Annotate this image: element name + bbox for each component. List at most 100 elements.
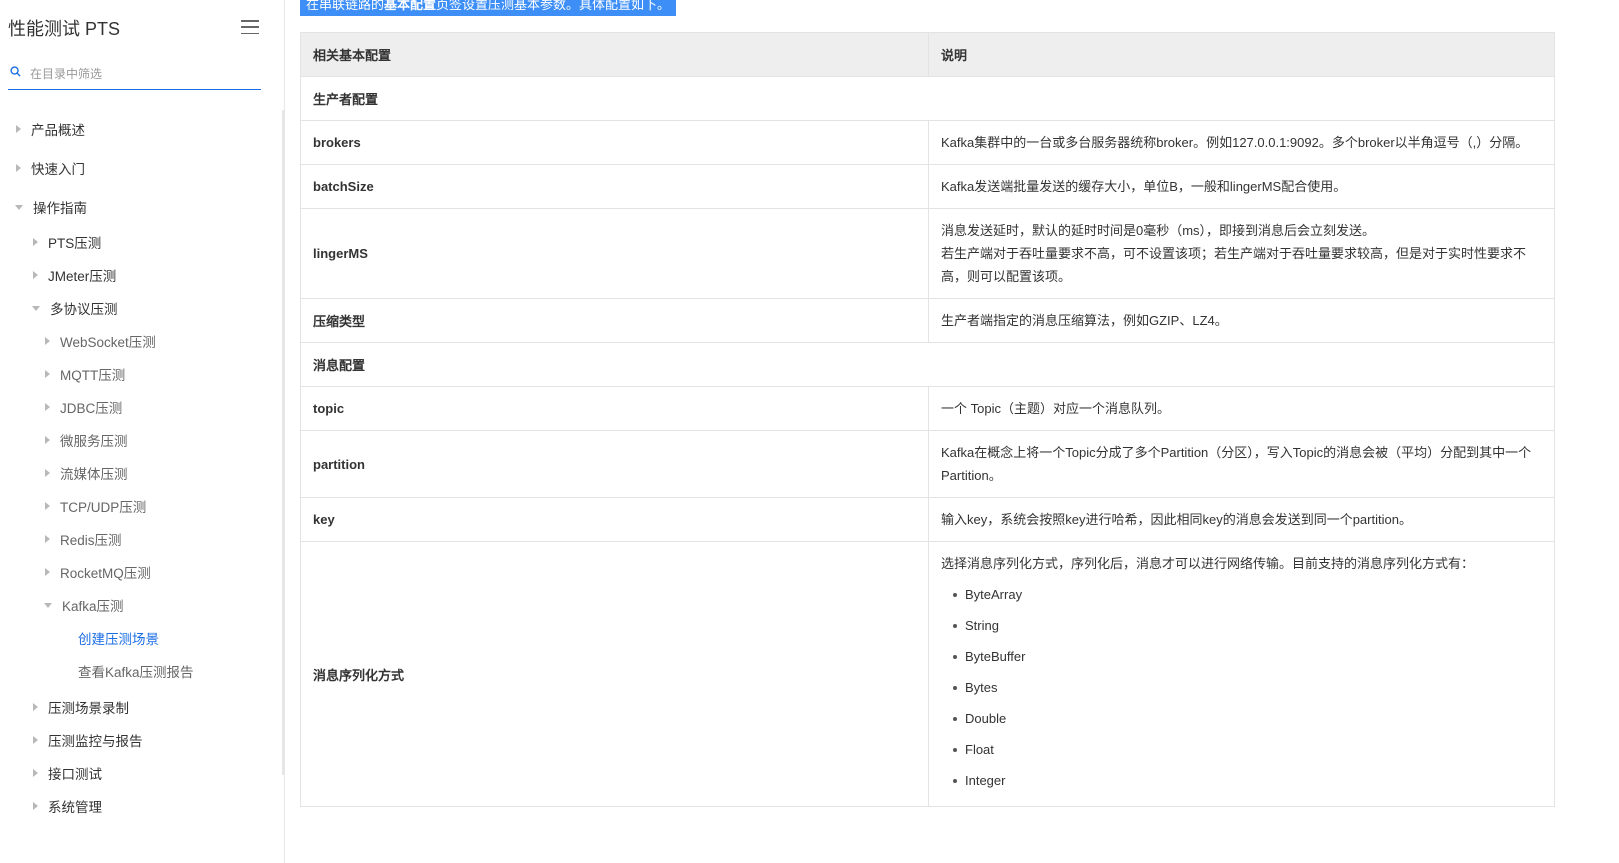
group-message: 消息配置 [300, 342, 1555, 387]
list-item: Integer [953, 765, 1542, 796]
nav-item-create-scenario[interactable]: 创建压测场景 [78, 628, 159, 648]
chevron-down-icon [15, 204, 23, 210]
row-desc: Kafka集群中的一台或多台服务器统称broker。例如127.0.0.1:90… [928, 120, 1555, 165]
nav-item-system-management[interactable]: 系统管理 [33, 796, 102, 816]
chevron-right-icon [33, 703, 38, 711]
nav-item-label: 压测场景录制 [48, 701, 129, 716]
nav-item-microservice[interactable]: 微服务压测 [45, 430, 128, 450]
nav-item-label: 压测监控与报告 [48, 734, 143, 749]
nav-item-websocket[interactable]: WebSocket压测 [45, 331, 156, 351]
nav-item-label: 流媒体压测 [60, 467, 128, 482]
list-item: String [953, 610, 1542, 641]
filter-search-input[interactable] [30, 63, 255, 85]
chevron-right-icon [33, 271, 38, 279]
table-group-row: 消息配置 [300, 342, 1555, 387]
nav-item-label: 操作指南 [33, 201, 87, 216]
nav-item-label: PTS压测 [48, 236, 102, 251]
nav-item-product-overview[interactable]: 产品概述 [16, 119, 85, 139]
row-name: 消息序列化方式 [300, 541, 929, 807]
row-desc: 消息发送延时，默认的延时时间是0毫秒（ms），即接到消息后会立刻发送。 若生产端… [928, 208, 1555, 299]
nav-item-label: Kafka压测 [62, 599, 124, 614]
sidebar-scrollbar[interactable] [282, 110, 285, 775]
nav-item-label: 查看Kafka压测报告 [78, 665, 194, 680]
nav-item-label: 微服务压测 [60, 434, 128, 449]
row-desc: 选择消息序列化方式，序列化后，消息才可以进行网络传输。目前支持的消息序列化方式有… [928, 541, 1555, 807]
nav-item-label: 多协议压测 [50, 302, 118, 317]
nav-item-monitoring-report[interactable]: 压测监控与报告 [33, 730, 143, 750]
list-item: Float [953, 734, 1542, 765]
chevron-right-icon [45, 535, 50, 543]
row-desc: 输入key，系统会按照key进行哈希，因此相同key的消息会发送到同一个part… [928, 497, 1555, 542]
row-name: key [300, 497, 929, 542]
nav-item-jmeter-test[interactable]: JMeter压测 [33, 265, 116, 285]
nav-item-api-testing[interactable]: 接口测试 [33, 763, 102, 783]
nav-item-scenario-recording[interactable]: 压测场景录制 [33, 697, 129, 717]
intro-text-selected: 在串联链路的基本配置页签设置压测基本参数。具体配置如下。 [300, 0, 677, 16]
chevron-right-icon [45, 436, 50, 444]
nav-item-label: 系统管理 [48, 800, 102, 815]
table-row: key 输入key，系统会按照key进行哈希，因此相同key的消息会发送到同一个… [300, 497, 1555, 542]
main-content: 在串联链路的基本配置页签设置压测基本参数。具体配置如下。 相关基本配置 说明 生… [300, 0, 1619, 863]
chevron-right-icon [33, 736, 38, 744]
nav-item-label: MQTT压测 [60, 368, 126, 383]
group-producer: 生产者配置 [300, 76, 1555, 121]
nav-item-redis[interactable]: Redis压测 [45, 529, 122, 549]
row-desc-line: 消息发送延时，默认的延时时间是0毫秒（ms），即接到消息后会立刻发送。 [941, 223, 1376, 238]
nav-item-label: 接口测试 [48, 767, 102, 782]
table-row: lingerMS 消息发送延时，默认的延时时间是0毫秒（ms），即接到消息后会立… [300, 208, 1555, 299]
menu-icon[interactable] [241, 20, 259, 34]
row-name: lingerMS [300, 208, 929, 299]
nav-item-rocketmq[interactable]: RocketMQ压测 [45, 562, 151, 582]
nav-item-label: WebSocket压测 [60, 335, 156, 350]
nav-item-label: TCP/UDP压测 [60, 500, 147, 515]
table-row: topic 一个 Topic（主题）对应一个消息队列。 [300, 386, 1555, 431]
table-row: batchSize Kafka发送端批量发送的缓存大小，单位B，一般和linge… [300, 164, 1555, 209]
chevron-right-icon [33, 802, 38, 810]
nav-item-label: 产品概述 [31, 123, 85, 138]
product-title[interactable]: 性能测试 PTS [8, 15, 120, 41]
table-row: brokers Kafka集群中的一台或多台服务器统称broker。例如127.… [300, 120, 1555, 165]
table-row: partition Kafka在概念上将一个Topic分成了多个Partitio… [300, 430, 1555, 498]
chevron-right-icon [45, 370, 50, 378]
nav-item-tcp-udp[interactable]: TCP/UDP压测 [45, 496, 146, 516]
row-name: brokers [300, 120, 929, 165]
row-desc-line: 若生产端对于吞吐量要求不高，可不设置该项；若生产端对于吞吐量要求较高，但是对于实… [941, 246, 1527, 284]
row-desc: 生产者端指定的消息压缩算法，例如GZIP、LZ4。 [928, 298, 1555, 343]
nav-item-label: JMeter压测 [48, 269, 117, 284]
row-desc: Kafka在概念上将一个Topic分成了多个Partition（分区），写入To… [928, 430, 1555, 498]
nav-item-kafka[interactable]: Kafka压测 [44, 595, 124, 615]
nav-item-mqtt[interactable]: MQTT压测 [45, 364, 125, 384]
table-row: 压缩类型 生产者端指定的消息压缩算法，例如GZIP、LZ4。 [300, 298, 1555, 343]
list-item: ByteBuffer [953, 641, 1542, 672]
chevron-right-icon [45, 403, 50, 411]
list-item: Bytes [953, 672, 1542, 703]
nav-item-label: Redis压测 [60, 533, 122, 548]
header-desc: 说明 [928, 32, 1555, 77]
list-item: ByteArray [953, 579, 1542, 610]
config-table: 相关基本配置 说明 生产者配置 brokers Kafka集群中的一台或多台服务… [300, 32, 1555, 807]
table-row: 消息序列化方式 选择消息序列化方式，序列化后，消息才可以进行网络传输。目前支持的… [300, 541, 1555, 807]
header-config: 相关基本配置 [300, 32, 929, 77]
nav-item-multi-protocol[interactable]: 多协议压测 [32, 298, 118, 318]
row-desc: Kafka发送端批量发送的缓存大小，单位B，一般和lingerMS配合使用。 [928, 164, 1555, 209]
chevron-right-icon [45, 337, 50, 345]
filter-search-box[interactable] [8, 60, 261, 90]
nav-item-user-guide[interactable]: 操作指南 [15, 197, 87, 217]
row-desc: 一个 Topic（主题）对应一个消息队列。 [928, 386, 1555, 431]
nav-item-jdbc[interactable]: JDBC压测 [45, 397, 122, 417]
table-header-row: 相关基本配置 说明 [300, 32, 1555, 77]
intro-after: 页签设置压测基本参数。具体配置如下。 [436, 0, 671, 12]
chevron-right-icon [45, 502, 50, 510]
nav-item-streaming[interactable]: 流媒体压测 [45, 463, 128, 483]
nav-item-view-kafka-report[interactable]: 查看Kafka压测报告 [78, 661, 194, 681]
nav-item-label: 快速入门 [31, 162, 85, 177]
chevron-right-icon [45, 469, 50, 477]
intro-before: 在串联链路的 [306, 0, 385, 12]
chevron-down-icon [32, 305, 40, 311]
nav-item-pts-test[interactable]: PTS压测 [33, 232, 101, 252]
serialization-list: ByteArray String ByteBuffer Bytes Double… [941, 579, 1542, 796]
nav-item-quick-start[interactable]: 快速入门 [16, 158, 85, 178]
intro-bold: 基本配置 [384, 0, 437, 12]
row-name: 压缩类型 [300, 298, 929, 343]
row-name: batchSize [300, 164, 929, 209]
